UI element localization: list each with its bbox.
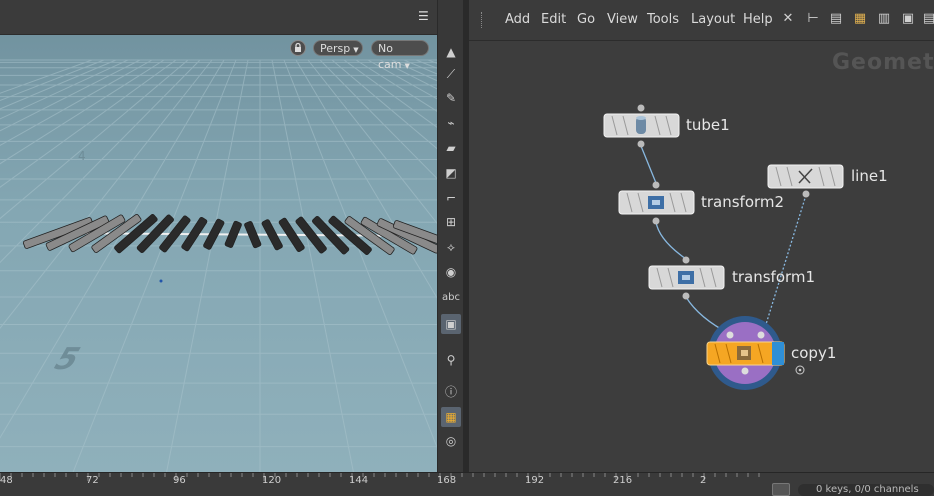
node-graph — [603, 104, 844, 390]
grid-line — [355, 59, 437, 112]
chevron-down-icon: ▼ — [404, 62, 410, 70]
camera-menu-label: Persp — [320, 42, 351, 55]
tick-96: 96 — [173, 475, 186, 486]
grid-line — [379, 59, 437, 90]
camera-menu[interactable]: Persp ▼ — [313, 40, 363, 56]
grid-line — [0, 59, 177, 188]
transform-icon — [678, 271, 694, 284]
no-cam-menu[interactable]: No cam ▼ — [371, 40, 429, 71]
node-transform1[interactable] — [648, 256, 725, 300]
brush-icon[interactable]: ⟋ — [441, 64, 461, 84]
transform-icon — [648, 196, 664, 209]
grid-line — [0, 59, 105, 102]
node-label-copy1: copy1 — [791, 344, 837, 362]
chevron-down-icon: ▼ — [353, 46, 359, 54]
tick-48: 48 — [0, 475, 13, 486]
grid-line — [0, 59, 153, 147]
scene-viewport[interactable]: 5 4 Persp ▼ No cam ▼ ☰ — [0, 0, 437, 472]
grid-line — [319, 59, 437, 180]
grid-number-5: 5 — [47, 341, 88, 376]
eye-icon[interactable]: ◎ — [441, 431, 461, 451]
grid-line — [415, 59, 437, 69]
paint-icon[interactable]: ▰ — [441, 138, 461, 158]
angle-icon[interactable]: ⌐ — [441, 188, 461, 208]
tick-168: 168 — [437, 475, 457, 486]
sphere-icon[interactable]: ◉ — [441, 262, 461, 282]
timeline-ruler — [0, 473, 760, 481]
pin-circle-icon[interactable] — [795, 365, 805, 375]
timeline-bar[interactable]: 48 72 96 120 144 168 192 216 2 — [0, 472, 934, 496]
wire-transform2-transform1 — [655, 221, 687, 260]
layout-grid-icon[interactable]: ▦ — [441, 407, 461, 427]
copied-tubes — [22, 214, 437, 255]
grid-line — [0, 59, 141, 132]
abc-icon[interactable]: abc — [441, 288, 461, 308]
grid-number-4: 4 — [78, 149, 86, 163]
snap-point-icon[interactable]: ⟡ — [441, 237, 461, 257]
info-icon[interactable]: ⓘ — [441, 382, 461, 402]
copy-icon — [737, 346, 751, 360]
pin-icon[interactable]: ⚲ — [441, 350, 461, 370]
lock-icon[interactable] — [290, 40, 306, 56]
perspective-grid: 5 4 — [0, 59, 437, 472]
grid-12-icon[interactable]: ◩ — [441, 163, 461, 183]
tube-icon — [636, 116, 646, 134]
brush-12-icon[interactable]: ⌁ — [441, 113, 461, 133]
viewport-toolbar — [0, 0, 437, 35]
grid-line — [72, 59, 237, 472]
snap-grid-icon[interactable]: ⊞ — [441, 212, 461, 232]
pen-icon[interactable]: ✎ — [441, 88, 461, 108]
origin-dot — [159, 279, 163, 283]
grid-line — [0, 59, 201, 264]
node-label-tube1: tube1 — [686, 116, 730, 134]
grid-line — [367, 59, 437, 100]
node-transform2[interactable] — [618, 181, 695, 225]
view-list-icon[interactable]: ☰ — [418, 9, 434, 25]
grid-line — [0, 59, 225, 439]
viewport-side-toolbar: ▲ ⟋ ✎ ⌁ ▰ ◩ ⌐ ⊞ ⟡ ◉ abc ▣ ⚲ ⓘ ▦ ◎ — [437, 0, 464, 472]
tick-72: 72 — [86, 475, 99, 486]
grid-line — [0, 59, 189, 220]
grid-line — [331, 59, 437, 150]
grid-line — [283, 59, 437, 449]
tick-2: 2 — [700, 475, 707, 486]
grid-line — [0, 59, 93, 94]
network-editor[interactable]: Add Edit Go View Tools Layout Help ✕ ⊢ ▤… — [469, 0, 934, 472]
grid-line — [295, 59, 437, 299]
grid-line — [403, 59, 437, 75]
grid-line — [0, 59, 129, 120]
keys-status: 0 keys, 0/0 channels — [798, 484, 934, 496]
grid-line — [166, 59, 249, 472]
node-label-transform1: transform1 — [732, 268, 816, 286]
wire-tube1-transform2 — [640, 145, 657, 184]
tick-192: 192 — [525, 475, 545, 486]
grid-line — [0, 59, 213, 329]
grid-line — [343, 59, 437, 128]
node-tube1[interactable] — [603, 104, 680, 148]
tick-216: 216 — [613, 475, 633, 486]
display-flag — [772, 342, 784, 365]
tick-120: 120 — [262, 475, 282, 486]
arrow-up-icon[interactable]: ▲ — [441, 42, 461, 62]
key-options-icon[interactable] — [772, 483, 790, 496]
grid-line — [271, 59, 354, 472]
image-icon[interactable]: ▣ — [441, 314, 461, 334]
tick-144: 144 — [349, 475, 369, 486]
wire-line1-copy1 — [762, 194, 807, 335]
node-label-line1: line1 — [851, 167, 888, 185]
node-label-transform2: transform2 — [701, 193, 785, 211]
